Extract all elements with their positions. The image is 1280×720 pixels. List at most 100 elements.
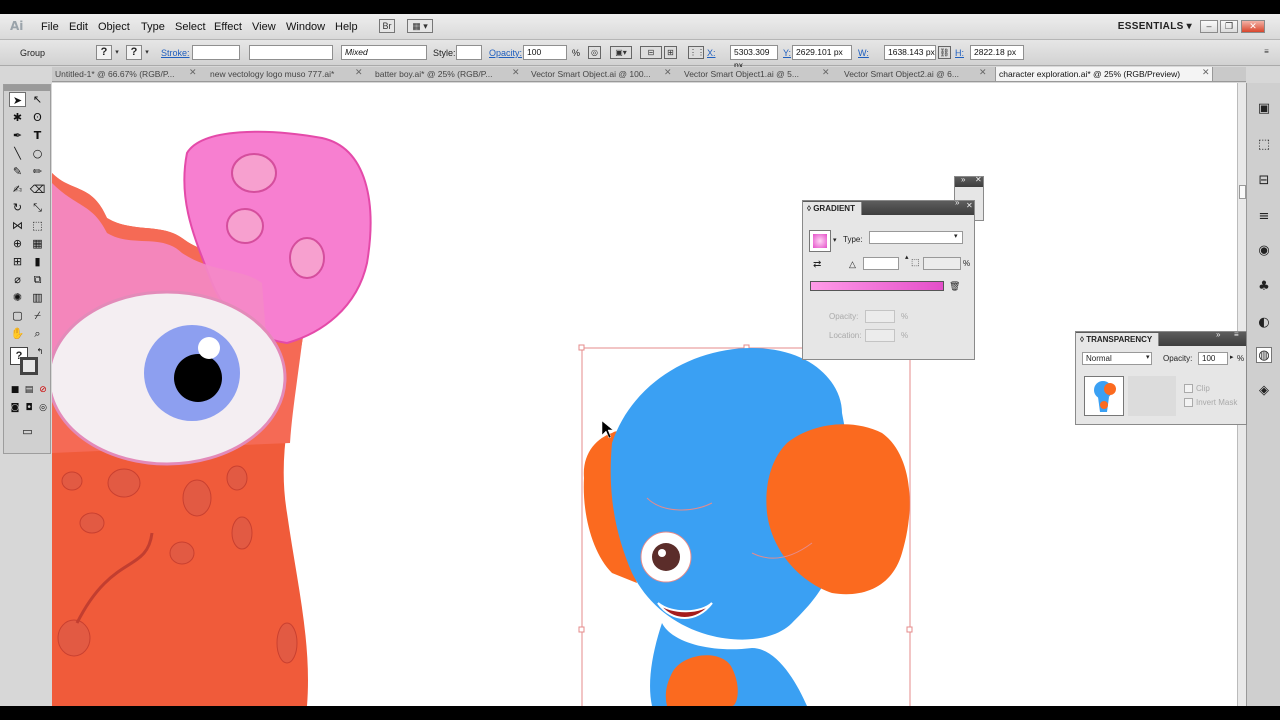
lasso-tool-icon[interactable]: ʘ [29,110,46,125]
brush-definition-field[interactable]: Mixed [341,45,427,60]
menu-select[interactable]: Select [175,21,206,33]
character-illustration[interactable] [578,344,913,706]
column-graph-tool-icon[interactable]: ▥ [29,290,46,305]
blend-tool-icon[interactable]: ⧉ [29,272,46,287]
transform-panel-icon[interactable]: ⬚ [1256,137,1272,153]
paintbrush-tool-icon[interactable]: ✎ [9,164,26,179]
ellipse-tool-icon[interactable]: ○ [29,146,46,161]
stroke-weight-field[interactable] [192,45,240,60]
w-label[interactable]: W: [858,48,869,58]
zoom-tool-icon[interactable]: ⌕ [29,326,46,341]
bridge-icon[interactable]: Br [379,19,395,33]
close-button[interactable]: ✕ [1241,20,1265,33]
tab-document[interactable]: new vectology logo muso 777.ai* [207,67,347,81]
h-label[interactable]: H: [955,48,964,58]
menu-edit[interactable]: Edit [69,21,88,33]
close-tab-icon[interactable]: ✕ [512,67,520,78]
type-tool-icon[interactable]: T [29,128,46,143]
constrain-proportions-icon[interactable]: ⛓ [938,46,951,59]
opacity-field[interactable]: 100 [1198,352,1228,365]
blend-mode-select[interactable]: Normal [1082,352,1152,365]
none-mode-icon[interactable]: ⊘ [37,383,49,398]
draw-normal-icon[interactable]: ◙ [9,401,21,416]
color-mode-icon[interactable]: ■ [9,383,21,398]
stroke-label[interactable]: Stroke: [161,48,190,58]
angle-dropdown-icon[interactable]: ▴ [905,253,909,261]
blob-brush-tool-icon[interactable]: ✍ [9,182,26,197]
gradient-type-select[interactable] [869,231,963,244]
fill-swatch[interactable]: ? [96,45,112,60]
control-panel-menu-icon[interactable]: ≡ [1260,46,1273,59]
gradient-thumbnail-dropdown-icon[interactable]: ▾ [833,236,837,244]
workspace-switcher[interactable]: ESSENTIALS ▾ [1118,21,1192,32]
angle-field[interactable] [863,257,899,270]
close-tab-icon[interactable]: ✕ [189,67,197,78]
stop-location-field[interactable] [865,329,895,342]
gradient-type-dropdown-icon[interactable]: ▾ [954,232,958,240]
artboard-canvas[interactable] [52,83,1237,706]
expand-panel-icon[interactable]: » [955,198,959,207]
shape-builder-tool-icon[interactable]: ⊕ [9,236,26,251]
tab-document[interactable]: Untitled-1* @ 66.67% (RGB/P... [52,67,187,81]
menu-file[interactable]: File [41,21,59,33]
x-label[interactable]: X: [707,48,716,58]
delete-stop-icon[interactable]: 🗑 [949,281,960,292]
opacity-dropdown-icon[interactable]: ▸ [1230,353,1234,361]
clip-checkbox[interactable] [1184,384,1193,393]
restore-button[interactable]: ❐ [1220,20,1238,33]
y-field[interactable]: 2629.101 px [792,45,852,60]
layers-stack-icon[interactable]: ◈ [1256,383,1272,399]
scrollbar-thumb[interactable] [1239,185,1246,199]
opacity-field[interactable]: 100 [523,45,567,60]
blend-mode-dropdown-icon[interactable]: ▾ [1146,353,1150,361]
draw-inside-icon[interactable]: ◎ [37,401,49,416]
transparency-panel-header[interactable]: ◊ TRANSPARENCY » ≡ [1076,330,1246,346]
artboard-tool-icon[interactable]: ▢ [9,308,26,323]
symbol-sprayer-tool-icon[interactable]: ✺ [9,290,26,305]
gradient-thumbnail[interactable] [809,230,831,252]
aspect-ratio-field[interactable] [923,257,961,270]
menu-view[interactable]: View [252,21,276,33]
opacity-label[interactable]: Opacity: [489,48,522,58]
magic-wand-tool-icon[interactable]: ✱ [9,110,26,125]
close-tab-icon[interactable]: ✕ [1202,67,1210,78]
align-center-icon[interactable]: ⊞ [664,46,677,59]
close-tab-icon[interactable]: ✕ [355,67,363,78]
free-transform-tool-icon[interactable]: ⬚ [29,218,46,233]
tab-document[interactable]: batter boy.ai* @ 25% (RGB/P... [372,67,507,81]
menu-help[interactable]: Help [335,21,358,33]
pencil-tool-icon[interactable]: ✏ [29,164,46,179]
gradient-panel-tab[interactable]: ◊ GRADIENT [803,202,862,215]
collapsed-panel-header[interactable]: » ✕ [955,175,983,187]
expand-panel-icon[interactable]: » [1216,330,1220,339]
graphic-style-swatch[interactable] [456,45,482,60]
align-to-icon[interactable]: ▣▾ [610,46,632,59]
mesh-tool-icon[interactable]: ⊞ [9,254,26,269]
transparency-panel-icon[interactable]: ◍ [1256,347,1272,363]
stroke-swatch[interactable]: ? [126,45,142,60]
expand-panel-icon[interactable]: » [961,175,965,184]
transform-reference-icon[interactable]: ⋮⋮ [688,46,705,59]
panel-menu-icon[interactable]: ≡ [1234,330,1239,339]
h-field[interactable]: 2822.18 px [970,45,1024,60]
tools-panel-header[interactable] [4,85,50,91]
close-tab-icon[interactable]: ✕ [822,67,830,78]
arrange-documents-icon[interactable]: ▦ ▾ [407,19,433,33]
graphic-styles-panel-icon[interactable]: ◐ [1256,315,1272,331]
direct-selection-tool-icon[interactable]: ↖ [29,92,46,107]
appearance-panel-icon[interactable]: ◉ [1256,243,1272,259]
y-label[interactable]: Y: [783,48,791,58]
draw-behind-icon[interactable]: ◘ [23,401,35,416]
fill-dropdown-icon[interactable]: ▾ [112,45,122,60]
align-left-icon[interactable]: ⊟ [640,46,662,59]
recolor-artwork-icon[interactable]: ◎ [588,46,601,59]
variable-width-field[interactable] [249,45,333,60]
scale-tool-icon[interactable]: ⤡ [29,200,46,215]
screen-mode-icon[interactable]: ▭ [19,424,36,439]
gradient-tool-icon[interactable]: ▮ [29,254,46,269]
rotate-tool-icon[interactable]: ↻ [9,200,26,215]
invert-mask-checkbox[interactable] [1184,398,1193,407]
w-field[interactable]: 1638.143 px [884,45,936,60]
symbols-panel-icon[interactable]: ♣ [1256,279,1272,295]
menu-type[interactable]: Type [141,21,165,33]
